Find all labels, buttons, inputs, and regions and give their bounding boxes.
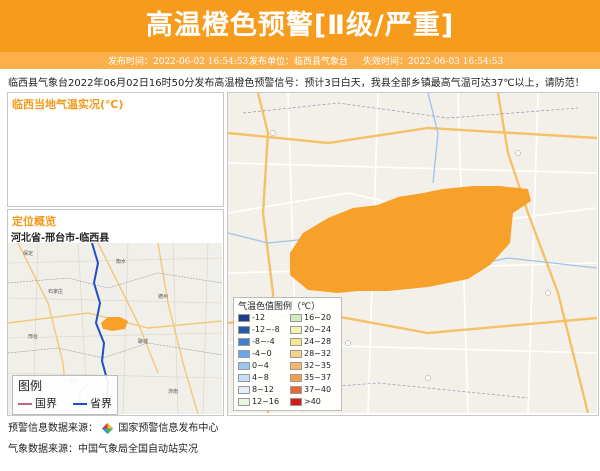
warning-source-label: 预警信息数据来源： — [8, 423, 98, 434]
svg-text:邢台: 邢台 — [28, 333, 38, 340]
realtime-temperature-panel: 临西当地气温实况(℃) — [7, 92, 224, 207]
temperature-range-label: 4~8 — [252, 373, 269, 382]
national-border-swatch — [18, 403, 32, 405]
temperature-range-label: 8~12 — [252, 385, 274, 394]
temperature-color-swatch — [238, 361, 250, 370]
temperature-range-label: 35~37 — [304, 373, 332, 382]
temperature-legend-item: -8~-4 — [238, 337, 275, 347]
warning-center-logo-icon — [102, 422, 114, 434]
temperature-color-swatch — [290, 397, 302, 406]
temperature-legend-item: 12~16 — [238, 397, 279, 407]
temperature-color-swatch — [290, 313, 302, 322]
temperature-range-label: -12~-8 — [252, 325, 280, 334]
temperature-range-label: 12~16 — [252, 397, 280, 406]
temperature-color-swatch — [238, 349, 250, 358]
expire-time: 失效时间：2022-06-03 16:54:53 — [363, 57, 504, 67]
temperature-legend-item: 8~12 — [238, 385, 274, 395]
temperature-legend-item: 28~32 — [290, 349, 331, 359]
temperature-color-swatch — [238, 325, 250, 334]
temperature-legend-item: 24~28 — [290, 337, 331, 347]
temperature-color-swatch — [290, 385, 302, 394]
temperature-range-label: -4~0 — [252, 349, 272, 358]
temperature-color-swatch — [290, 361, 302, 370]
issue-time: 发布时间：2022-06-02 16:54:53 — [108, 57, 249, 67]
temperature-range-label: 37~40 — [304, 385, 332, 394]
warning-title: 高温橙色预警[Ⅱ级/严重] — [145, 10, 455, 41]
province-border-swatch — [73, 403, 87, 405]
temperature-legend-item: -12 — [238, 313, 265, 323]
temperature-color-swatch — [238, 313, 250, 322]
temperature-range-label: 24~28 — [304, 337, 332, 346]
svg-text:聊城: 聊城 — [138, 338, 148, 345]
temperature-color-swatch — [290, 337, 302, 346]
warning-header: 高温橙色预警[Ⅱ级/严重] — [0, 0, 600, 52]
temperature-range-label: 16~20 — [304, 313, 332, 322]
temperature-color-swatch — [238, 373, 250, 382]
temperature-legend-item: -12~-8 — [238, 325, 280, 335]
temperature-color-swatch — [290, 325, 302, 334]
temperature-range-label: 20~24 — [304, 325, 332, 334]
warning-description: 临西县气象台2022年06月02日16时50分发布高温橙色预警信号：预计3日白天… — [8, 78, 585, 89]
svg-text:保定: 保定 — [23, 250, 33, 257]
temperature-color-swatch — [290, 349, 302, 358]
temperature-range-label: 0~4 — [252, 361, 269, 370]
temperature-legend-item: 35~37 — [290, 373, 331, 383]
temperature-range-label: >40 — [304, 397, 321, 406]
realtime-title: 临西当地气温实况(℃) — [12, 98, 124, 111]
temperature-range-label: 32~35 — [304, 361, 332, 370]
temperature-range-label: -8~-4 — [252, 337, 275, 346]
location-title: 定位概览 — [12, 215, 56, 228]
temperature-color-swatch — [238, 397, 250, 406]
weather-source: 气象数据来源：中国气象局全国自动站实况 — [8, 444, 198, 455]
temperature-legend-item: 16~20 — [290, 313, 331, 323]
temperature-legend-item: 20~24 — [290, 325, 331, 335]
temperature-legend-item: 4~8 — [238, 373, 269, 383]
svg-text:衡水: 衡水 — [116, 258, 126, 265]
svg-text:石家庄: 石家庄 — [48, 288, 63, 295]
temperature-color-swatch — [290, 373, 302, 382]
temperature-legend-item: 0~4 — [238, 361, 269, 371]
temperature-legend-item: 37~40 — [290, 385, 331, 395]
warning-source-row: 预警信息数据来源： 国家预警信息发布中心 — [8, 419, 218, 434]
temperature-color-swatch — [238, 385, 250, 394]
boundary-legend: 图例 国界 省界 — [12, 375, 118, 415]
temperature-legend-title: 气温色值图例（℃） — [238, 302, 321, 312]
temperature-legend: 气温色值图例（℃） -12 -12~-8 -8~-4 -4~0 0~4 4~8 8~12 12… — [233, 297, 342, 411]
temperature-legend-item: 32~35 — [290, 361, 331, 371]
boundary-legend-title: 图例 — [18, 379, 43, 393]
location-path: 河北省-邢台市-临西县 — [11, 233, 110, 244]
legend-item-national-border: 国界 — [18, 395, 57, 411]
issuer: 发布单位：临西县气象台 — [249, 57, 349, 67]
svg-text:济南: 济南 — [168, 388, 178, 395]
temperature-legend-item: >40 — [290, 397, 321, 407]
svg-text:德州: 德州 — [158, 293, 168, 300]
warning-source-name: 国家预警信息发布中心 — [118, 423, 219, 434]
legend-item-province-border: 省界 — [73, 395, 112, 411]
temperature-legend-item: -4~0 — [238, 349, 272, 359]
temperature-color-swatch — [238, 337, 250, 346]
temperature-range-label: 28~32 — [304, 349, 332, 358]
temperature-range-label: -12 — [252, 313, 266, 322]
